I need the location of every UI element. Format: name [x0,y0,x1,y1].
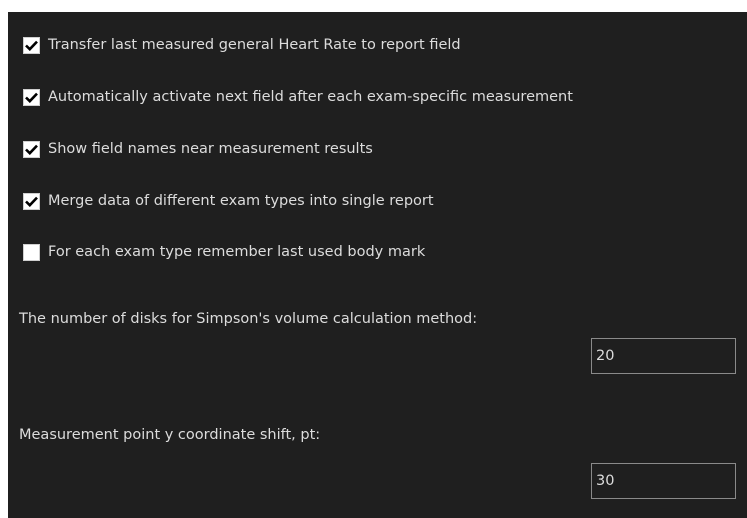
checkbox-box[interactable] [23,140,40,158]
checkbox-box[interactable] [23,88,40,106]
settings-panel: Transfer last measured general Heart Rat… [8,12,747,518]
remember-body-mark-label: For each exam type remember last used bo… [48,244,426,260]
transfer-heart-rate-label: Transfer last measured general Heart Rat… [48,37,461,53]
checkbox-box[interactable] [23,243,40,261]
transfer-heart-rate-checkbox[interactable]: Transfer last measured general Heart Rat… [23,34,461,56]
y-shift-input[interactable] [591,463,736,499]
simpson-disks-input[interactable] [591,338,736,374]
simpson-disks-label: The number of disks for Simpson's volume… [19,311,478,327]
merge-exam-types-checkbox[interactable]: Merge data of different exam types into … [23,190,434,212]
checkbox-box[interactable] [23,36,40,54]
y-shift-label: Measurement point y coordinate shift, pt… [19,427,321,443]
checkbox-box[interactable] [23,192,40,210]
auto-activate-next-field-checkbox[interactable]: Automatically activate next field after … [23,86,573,108]
auto-activate-next-field-label: Automatically activate next field after … [48,89,573,105]
check-icon [25,40,38,51]
show-field-names-label: Show field names near measurement result… [48,141,373,157]
check-icon [25,144,38,155]
show-field-names-checkbox[interactable]: Show field names near measurement result… [23,138,373,160]
merge-exam-types-label: Merge data of different exam types into … [48,193,434,209]
check-icon [25,92,38,103]
remember-body-mark-checkbox[interactable]: For each exam type remember last used bo… [23,241,425,263]
check-icon [25,196,38,207]
